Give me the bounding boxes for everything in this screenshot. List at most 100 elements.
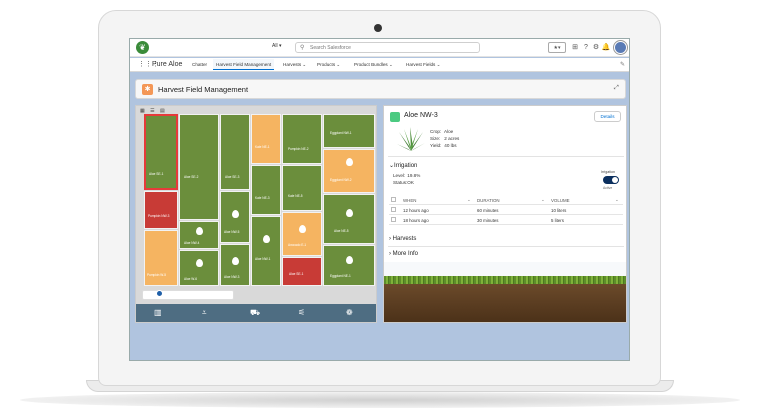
laptop-shadow bbox=[20, 392, 740, 408]
field-label: Kale NE-1 bbox=[255, 145, 270, 149]
page-header: ✱ Harvest Field Management ⤢ bbox=[135, 79, 626, 99]
cell-duration: 30 minutes bbox=[477, 218, 499, 223]
field-tile[interactable]: Aloe W-6 bbox=[179, 250, 219, 286]
field-label: Pumpkin W-5 bbox=[147, 273, 167, 277]
record-icon bbox=[390, 112, 400, 122]
field-map[interactable]: ▦ ☰ ▤ Aloe SE-1 Pumpkin NW-3 Pumpkin W-5… bbox=[135, 105, 377, 323]
field-tile[interactable]: Pumpkin NW-3 bbox=[144, 191, 178, 229]
field-tile[interactable]: Aloe SE-2 bbox=[179, 114, 219, 220]
field-label: Aloe W-6 bbox=[184, 277, 198, 281]
field-tile[interactable]: Kale NE-3 bbox=[251, 165, 281, 215]
chevron-down-icon[interactable]: ⌄ bbox=[615, 197, 619, 203]
field-label: Kale NE-5 bbox=[288, 194, 303, 198]
field-label: Pumpkin NE-2 bbox=[288, 147, 309, 151]
map-action-bar: ▥ ⩡ ⛟ ⚟ ❁ bbox=[136, 304, 376, 322]
irrigation-drop-icon bbox=[299, 225, 306, 233]
nav-item-harvest-field-management[interactable]: Harvest Field Management bbox=[213, 59, 275, 70]
chevron-down-icon[interactable]: ⌄ bbox=[302, 62, 306, 67]
harvests-section-toggle[interactable]: › Harvests bbox=[389, 236, 416, 242]
chevron-down-icon[interactable]: ⌄ bbox=[389, 62, 393, 67]
global-search-input[interactable]: ⚲ Search Salesforce bbox=[295, 42, 480, 53]
row-checkbox[interactable] bbox=[391, 207, 396, 212]
field-label: Avocado E-1 bbox=[288, 243, 307, 247]
toggle-knob bbox=[612, 177, 618, 183]
field-label: Aloe NE-5 bbox=[334, 229, 349, 233]
field-tile[interactable]: Eggplant NW-2 bbox=[323, 149, 375, 193]
global-header: ❦ All ▾ ⚲ Search Salesforce ★▾ ⊞ ? ⚙ 🔔 bbox=[130, 39, 629, 57]
cell-volume: 10 liters bbox=[551, 208, 567, 213]
camera-dot bbox=[374, 24, 382, 32]
field-label: Aloe NW-1 bbox=[255, 257, 271, 261]
field-tile[interactable]: Aloe SE-1 bbox=[144, 114, 178, 190]
chevron-down-icon[interactable]: ⌄ bbox=[437, 62, 441, 67]
status-row: Status: OK bbox=[393, 180, 414, 185]
field-label: Kale NE-3 bbox=[255, 196, 270, 200]
more-info-section-toggle[interactable]: › More Info bbox=[389, 251, 418, 257]
chevron-down-icon[interactable]: ⌄ bbox=[336, 62, 340, 67]
field-tile[interactable]: Kale NE-5 bbox=[282, 165, 322, 211]
field-label: Aloe NW-4 bbox=[184, 241, 200, 245]
help-icon[interactable]: ? bbox=[581, 42, 591, 53]
column-header-volume[interactable]: Volume bbox=[551, 198, 570, 203]
field-label: Eggplant NW-2 bbox=[330, 178, 352, 182]
field-tile[interactable]: Eggplant NW-1 bbox=[323, 114, 375, 148]
notifications-bell-icon[interactable]: 🔔 bbox=[601, 42, 611, 53]
field-tile[interactable]: Aloe NW-4 bbox=[179, 221, 219, 249]
chevron-down-icon[interactable]: ⌄ bbox=[541, 197, 545, 203]
irrigation-toggle[interactable] bbox=[603, 176, 619, 184]
cell-when: 18 hours ago bbox=[403, 218, 429, 223]
field-label: Eggplant NE-1 bbox=[330, 274, 351, 278]
search-placeholder: Search Salesforce bbox=[310, 45, 351, 51]
sprayer-icon[interactable]: ⚟ bbox=[298, 308, 305, 317]
field-tile[interactable]: Pumpkin W-5 bbox=[144, 230, 178, 286]
divider bbox=[388, 156, 624, 157]
irrigation-drop-icon bbox=[196, 227, 203, 235]
field-tile[interactable]: Aloe NE-5 bbox=[323, 194, 375, 244]
add-icon[interactable]: ⊞ bbox=[570, 42, 580, 53]
field-tile[interactable]: Avocado E-1 bbox=[282, 212, 322, 256]
user-avatar[interactable] bbox=[614, 41, 627, 54]
cell-volume: 5 liters bbox=[551, 218, 564, 223]
row-checkbox[interactable] bbox=[391, 217, 396, 222]
field-tile[interactable]: Aloe NW-1 bbox=[251, 216, 281, 286]
chevron-down-icon[interactable]: ⌄ bbox=[467, 197, 471, 203]
irrigation-drop-icon bbox=[196, 259, 203, 267]
field-icon[interactable]: ▥ bbox=[154, 308, 162, 317]
field-tile[interactable]: Aloe NW-3 bbox=[220, 244, 250, 286]
field-tile[interactable]: Kale NE-1 bbox=[251, 114, 281, 164]
edit-nav-pencil-icon[interactable]: ✎ bbox=[620, 61, 625, 68]
favorites-icon[interactable]: ★▾ bbox=[548, 42, 566, 53]
expand-icon[interactable]: ⤢ bbox=[614, 85, 619, 92]
nav-item-products[interactable]: Products ⌄ bbox=[317, 62, 340, 68]
app-logo-icon[interactable]: ❦ bbox=[136, 41, 149, 54]
tree-icon[interactable]: ❁ bbox=[346, 308, 353, 317]
table-row[interactable]: 12 hours ago 60 minutes 10 liters bbox=[389, 205, 623, 215]
nav-item-harvests[interactable]: Harvests ⌄ bbox=[283, 62, 306, 68]
nav-item-chatter[interactable]: Chatter bbox=[192, 62, 207, 67]
search-scope-select[interactable]: All ▾ bbox=[272, 43, 281, 49]
field-label: Aloe SE-3 bbox=[225, 175, 240, 179]
harvest-icon[interactable]: ⩡ bbox=[202, 308, 207, 318]
table-header: When ⌄ Duration ⌄ Volume ⌄ bbox=[389, 195, 623, 205]
location-marker-icon[interactable] bbox=[156, 290, 163, 297]
nav-item-product-bundles[interactable]: Product Bundles ⌄ bbox=[354, 62, 393, 68]
field-tile[interactable]: Aloe NW-5 bbox=[220, 191, 250, 243]
field-tile[interactable]: Aloe SE-1 bbox=[282, 257, 322, 286]
divider bbox=[388, 246, 624, 247]
column-header-when[interactable]: When bbox=[403, 198, 416, 203]
app-nav-bar: ⋮⋮⋮ Pure Aloe Chatter Harvest Field Mana… bbox=[130, 58, 629, 72]
field-tile[interactable]: Aloe SE-3 bbox=[220, 114, 250, 190]
table-row[interactable]: 18 hours ago 30 minutes 5 liters bbox=[389, 215, 623, 225]
irrigation-drop-icon bbox=[263, 235, 270, 243]
details-button[interactable]: Details bbox=[594, 111, 621, 122]
field-tile[interactable]: Eggplant NE-1 bbox=[323, 245, 375, 286]
tractor-icon[interactable]: ⛟ bbox=[250, 308, 260, 318]
field-label: Aloe SE-1 bbox=[149, 172, 164, 176]
field-tile[interactable]: Pumpkin NE-2 bbox=[282, 114, 322, 164]
field-label: Aloe SE-2 bbox=[184, 175, 199, 179]
column-header-duration[interactable]: Duration bbox=[477, 198, 500, 203]
irrigation-section-toggle[interactable]: ⌄Irrigation bbox=[389, 162, 417, 169]
select-all-checkbox[interactable] bbox=[391, 197, 396, 202]
nav-item-harvest-fields[interactable]: Harvest Fields ⌄ bbox=[406, 62, 441, 68]
setup-gear-icon[interactable]: ⚙ bbox=[591, 42, 601, 53]
